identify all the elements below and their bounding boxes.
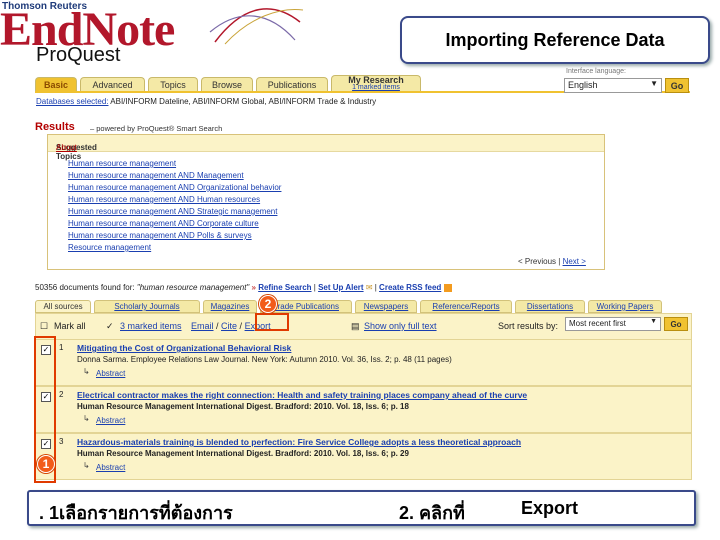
marked-items-link[interactable]: 3 marked items <box>120 321 182 331</box>
topic-link[interactable]: Human resource management AND Strategic … <box>68 207 277 216</box>
envelope-icon: ✉ <box>365 283 373 292</box>
result-title-link[interactable]: Hazardous-materials training is blended … <box>77 437 521 447</box>
topic-link[interactable]: Human resource management AND Organizati… <box>68 183 281 192</box>
tab-browse[interactable]: Browse <box>201 77 253 92</box>
mark-all-checkbox[interactable]: ☐ <box>40 321 48 332</box>
result-meta: Donna Sarma. Employee Relations Law Jour… <box>77 355 452 364</box>
result-meta: Human Resource Management International … <box>77 402 409 411</box>
tab-basic[interactable]: Basic <box>35 77 77 92</box>
export-highlight-frame <box>255 313 289 331</box>
refine-search-link[interactable]: Refine Search <box>258 283 311 292</box>
tab-publications[interactable]: Publications <box>256 77 328 92</box>
language-go-button[interactable]: Go <box>665 78 689 93</box>
set-up-alert-link[interactable]: Set Up Alert <box>318 283 364 292</box>
sort-go-button[interactable]: Go <box>664 317 688 331</box>
rss-icon <box>443 283 452 292</box>
result-number: 1 <box>59 343 64 352</box>
suggested-topics-header: Suggested Topics About <box>48 135 604 161</box>
databases-value: ABI/INFORM Dateline, ABI/INFORM Global, … <box>110 97 377 106</box>
instruction-caption: . 1เลือกรายการที่ต้องการ 2. คลิกที่ Expo… <box>27 490 696 526</box>
interface-language-label: Interface language: <box>566 68 626 75</box>
documents-count: 50356 documents found for: <box>35 283 135 292</box>
suggested-topics-panel: Suggested Topics About Human resource ma… <box>47 134 605 270</box>
caption-step-1: . 1เลือกรายการที่ต้องการ <box>39 503 233 523</box>
documents-found-line: 50356 documents found for: "human resour… <box>35 283 452 292</box>
callout-badge-1: 1 <box>37 455 55 473</box>
source-tab-newspapers[interactable]: Newspapers <box>355 300 417 313</box>
language-select[interactable]: English ▼ <box>564 78 662 93</box>
mark-all-label: Mark all <box>54 321 86 331</box>
proquest-logo: ProQuest <box>36 44 121 66</box>
results-heading: Results <box>35 121 75 133</box>
sort-select[interactable]: Most recent first ▼ <box>565 317 661 331</box>
result-row: ✓ 2 Electrical contractor makes the righ… <box>35 386 692 433</box>
chevron-down-icon: ▼ <box>650 318 657 325</box>
topic-link[interactable]: Human resource management AND Polls & su… <box>68 231 252 240</box>
language-value: English <box>568 80 598 90</box>
slide-title: Importing Reference Data <box>400 16 710 64</box>
email-link[interactable]: Email <box>191 321 214 331</box>
result-title-link[interactable]: Electrical contractor makes the right co… <box>77 390 527 400</box>
source-tab-reference[interactable]: Reference/Reports <box>420 300 512 313</box>
source-tab-dissertations[interactable]: Dissertations <box>515 300 585 313</box>
search-query: "human resource management" <box>136 283 250 292</box>
create-rss-link[interactable]: Create RSS feed <box>379 283 441 292</box>
tab-my-research[interactable]: My Research 1 marked items <box>331 75 421 92</box>
caption-export: Export <box>521 498 579 518</box>
result-title-link[interactable]: Mitigating the Cost of Organizational Be… <box>77 343 291 353</box>
caption-step-2: 2. คลิกที่ <box>399 503 465 523</box>
abstract-link[interactable]: Abstract <box>96 416 125 425</box>
abstract-icon: ↳ <box>83 461 90 470</box>
marked-items-icon: ✓ <box>106 321 114 331</box>
about-link[interactable]: About <box>56 143 77 152</box>
next-link[interactable]: Next > <box>563 257 586 266</box>
document-icon: ▤ <box>351 321 360 331</box>
abstract-icon: ↳ <box>83 414 90 423</box>
previous-link[interactable]: < Previous <box>518 257 556 266</box>
cite-link[interactable]: Cite <box>221 321 237 331</box>
chevron-down-icon: ▼ <box>650 79 658 88</box>
logo-swirl-icon <box>209 8 304 45</box>
abstract-link[interactable]: Abstract <box>96 463 125 472</box>
sort-value: Most recent first <box>569 319 626 328</box>
tab-advanced[interactable]: Advanced <box>80 77 145 92</box>
result-row: ✓ 1 Mitigating the Cost of Organizationa… <box>35 339 692 386</box>
databases-selected: Databases selected: ABI/INFORM Dateline,… <box>36 97 376 106</box>
abstract-link[interactable]: Abstract <box>96 369 125 378</box>
source-tab-scholarly[interactable]: Scholarly Journals <box>94 300 200 313</box>
source-tab-all[interactable]: All sources <box>35 300 91 313</box>
sort-label: Sort results by: <box>498 321 559 331</box>
topic-link[interactable]: Human resource management AND Corporate … <box>68 219 259 228</box>
results-powered-by: – powered by ProQuest® Smart Search <box>90 124 223 133</box>
topic-link[interactable]: Human resource management AND Management <box>68 171 244 180</box>
topic-link[interactable]: Resource management <box>68 243 151 252</box>
double-chevron-icon: » <box>251 283 256 292</box>
databases-label[interactable]: Databases selected: <box>36 97 109 106</box>
full-text-link[interactable]: Show only full text <box>364 321 437 331</box>
callout-badge-2: 2 <box>259 295 277 313</box>
topic-link[interactable]: Human resource management AND Human reso… <box>68 195 260 204</box>
tab-topics[interactable]: Topics <box>148 77 198 92</box>
abstract-icon: ↳ <box>83 367 90 376</box>
result-meta: Human Resource Management International … <box>77 449 409 458</box>
topic-link[interactable]: Human resource management <box>68 159 176 168</box>
source-tab-working-papers[interactable]: Working Papers <box>588 300 662 313</box>
result-number: 3 <box>59 437 64 446</box>
topics-pager: < Previous | Next > <box>518 257 586 266</box>
result-number: 2 <box>59 390 64 399</box>
source-tab-magazines[interactable]: Magazines <box>203 300 257 313</box>
result-row: ✓ 3 Hazardous-materials training is blen… <box>35 433 692 480</box>
